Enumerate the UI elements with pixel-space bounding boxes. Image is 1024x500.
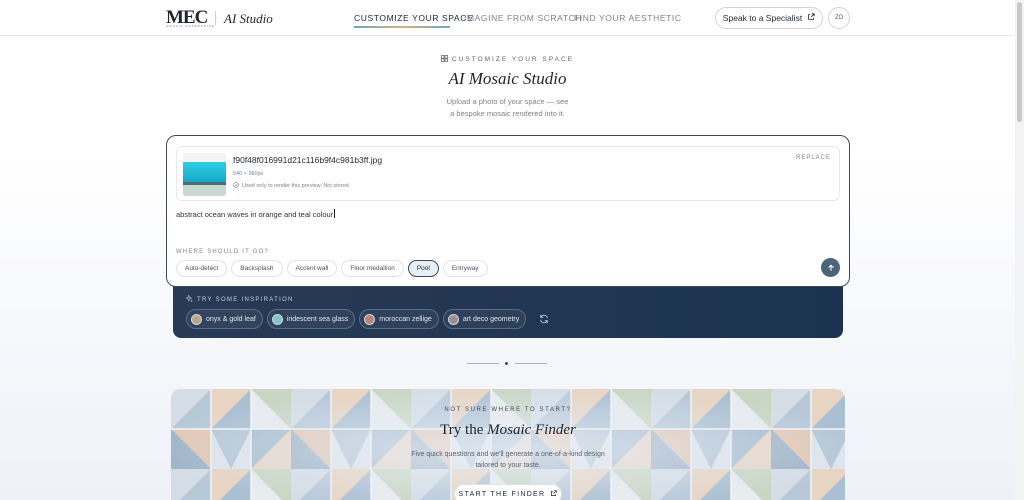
brand-tagline: MOSAIC ENTERPRISE [166, 24, 215, 28]
inspiration-panel: TRY SOME INSPIRATION onyx & gold leaf ir… [173, 285, 843, 338]
finder-eyebrow: NOT SURE WHERE TO START? [444, 407, 572, 413]
file-name: f90f48f016991d21c116b9f4c981b3ff.jpg [233, 155, 383, 165]
inspiration-chip-label: iridescent sea glass [286, 315, 349, 323]
hero-subtitle: Upload a photo of your space — see a bes… [0, 96, 1015, 120]
nav-find-your-aesthetic[interactable]: FIND YOUR AESTHETIC [574, 13, 682, 23]
finder-subtitle: Five quick questions and we'll generate … [171, 449, 845, 471]
app-name: AI Studio [224, 11, 273, 26]
hero-eyebrow-text: CUSTOMIZE YOUR SPACE [452, 56, 574, 63]
uploaded-file-preview: f90f48f016991d21c116b9f4c981b3ff.jpg 540… [176, 146, 840, 201]
hero-eyebrow: CUSTOMIZE YOUR SPACE [0, 55, 1015, 64]
finder-title-plain: Try the [440, 422, 488, 438]
file-dimensions: 540 × 360px [233, 171, 264, 177]
start-finder-label: START THE FINDER [458, 490, 546, 498]
finder-subtitle-line2: tailored to your taste. [475, 462, 541, 469]
inspiration-chip-onyx-gold-leaf[interactable]: onyx & gold leaf [186, 309, 263, 329]
upload-card: f90f48f016991d21c116b9f4c981b3ff.jpg 540… [166, 135, 850, 287]
inspiration-chip-label: art deco geometry [462, 315, 520, 323]
section-divider [467, 362, 547, 365]
inspiration-chip-moroccan-zellige[interactable]: moroccan zellige [359, 309, 439, 329]
start-finder-button[interactable]: START THE FINDER [454, 484, 562, 500]
inspiration-chip-label: moroccan zellige [379, 315, 432, 323]
specialist-label: Speak to a Specialist [722, 13, 803, 23]
user-avatar[interactable]: ZO [828, 7, 850, 29]
finder-subtitle-line1: Five quick questions and we'll generate … [411, 451, 605, 458]
privacy-note: Used only to render this preview. Not st… [233, 182, 350, 190]
swatch-icon [271, 313, 283, 325]
nav-imagine-from-scratch[interactable]: IMAGINE FROM SCRATCH [464, 13, 582, 23]
inspiration-chips: onyx & gold leaf iridescent sea glass mo… [186, 309, 550, 329]
logo-divider [215, 11, 216, 25]
swatch-icon [364, 313, 376, 325]
inspiration-label: TRY SOME INSPIRATION [185, 294, 294, 304]
mosaic-finder-banner: NOT SURE WHERE TO START? Try the Mosaic … [171, 389, 845, 500]
top-header: MEC MOSAIC ENTERPRISE AI Studio CUSTOMIZ… [0, 0, 1015, 36]
inspiration-chip-label: onyx & gold leaf [206, 315, 256, 323]
replace-button[interactable]: REPLACE [796, 155, 831, 161]
swatch-icon [191, 313, 202, 325]
swatch-icon [447, 313, 459, 325]
finder-title: Try the Mosaic Finder [171, 422, 845, 439]
location-chip-accent-wall[interactable]: Accent wall [286, 260, 338, 277]
privacy-note-text: Used only to render this preview. Not st… [242, 183, 351, 189]
nav-customize-your-space[interactable]: CUSTOMIZE YOUR SPACE [354, 13, 473, 23]
inspiration-chip-iridescent-sea-glass[interactable]: iridescent sea glass [266, 309, 356, 329]
external-link-icon [550, 489, 558, 499]
speak-to-specialist-button[interactable]: Speak to a Specialist [715, 7, 823, 29]
page-scrollbar[interactable] [1015, 0, 1024, 500]
location-chip-floor-medallion[interactable]: Floor medallion [341, 260, 404, 277]
page-title: AI Mosaic Studio [448, 69, 567, 88]
prompt-input[interactable]: abstract ocean waves in orange and teal … [176, 209, 336, 219]
inspiration-chip-art-deco-geometry[interactable]: art deco geometry [442, 309, 527, 329]
nav-active-underline [354, 26, 450, 28]
finder-title-italic: Mosaic Finder [487, 422, 576, 438]
location-label: WHERE SHOULD IT GO? [176, 249, 270, 255]
refresh-icon[interactable] [538, 313, 550, 325]
location-chip-auto-detect[interactable]: Auto-detect [176, 260, 228, 277]
external-link-icon [807, 13, 815, 23]
prompt-text: abstract ocean waves in orange and teal … [176, 210, 334, 219]
hero-subtitle-line1: Upload a photo of your space — see [446, 97, 569, 106]
generate-button[interactable] [821, 258, 840, 277]
inspiration-label-text: TRY SOME INSPIRATION [197, 296, 294, 303]
location-chip-pool[interactable]: Pool [407, 260, 439, 277]
arrow-up-icon [827, 259, 835, 277]
location-chips: Auto-detect Backsplash Accent wall Floor… [176, 260, 488, 277]
shield-check-icon [233, 182, 239, 190]
layout-grid-icon [441, 55, 448, 64]
location-chip-entryway[interactable]: Entryway [442, 260, 488, 277]
uploaded-photo-thumbnail [183, 153, 226, 196]
sparkle-icon [185, 294, 193, 304]
text-caret [334, 209, 336, 218]
scrollbar-thumb[interactable] [1017, 2, 1022, 122]
hero-subtitle-line2: a bespoke mosaic rendered into it. [450, 109, 565, 118]
location-chip-backsplash[interactable]: Backsplash [231, 260, 283, 277]
